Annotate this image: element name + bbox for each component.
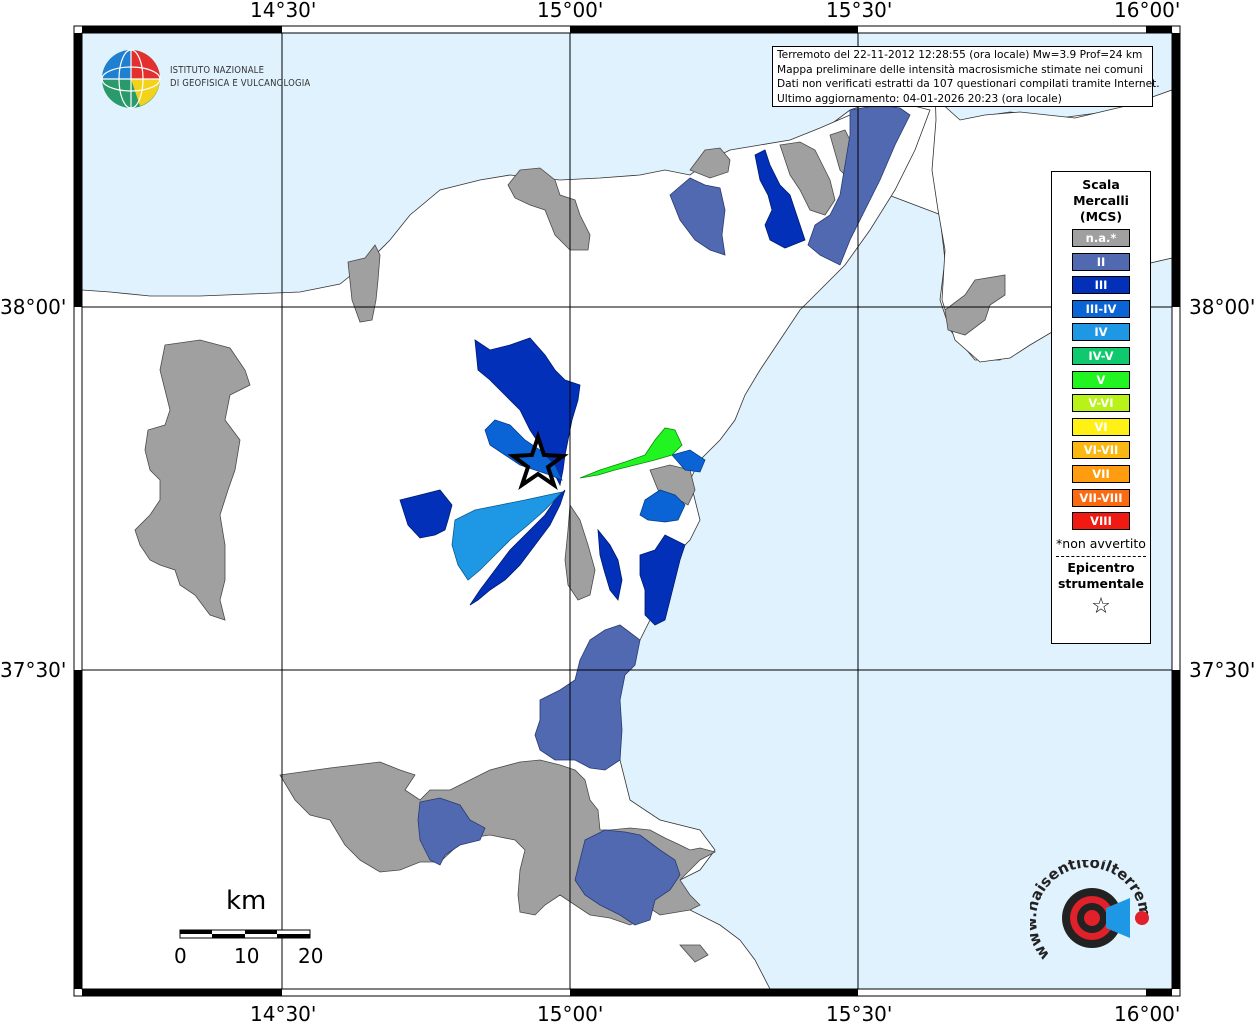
legend-title: Scala Mercalli (MCS) [1073,177,1129,224]
lon-label-top-1: 14°30' [250,0,317,22]
haisentito-logo-icon: www.haisentitoilterremoto.it [1030,860,1154,964]
lon-label-bottom-3: 15°30' [826,1002,893,1026]
legend-item-6: V [1072,370,1130,389]
legend-separator [1056,555,1146,557]
mcs-legend: Scala Mercalli (MCS) n.a.* II III III-IV IV I… [1051,171,1151,644]
legend-items: n.a.* II III III-IV IV IV-V V V-VI VI VI-VII VII VI… [1052,229,1150,531]
scale-label-20: 20 [298,944,324,968]
info-line-1: Terremoto del 22-11-2012 12:28:55 (ora l… [777,49,1143,61]
ingv-logo-text: ISTITUTO NAZIONALE DI GEOFISICA E VULCAN… [170,64,310,90]
legend-item-3: III-IV [1072,299,1130,318]
lat-label-right-1: 38°00' [1189,295,1254,319]
info-line-2: Mappa preliminare delle intensità macros… [777,63,1144,76]
info-line-3: Dati non verificati estratti da 107 ques… [777,78,1160,90]
legend-item-1: II [1072,252,1130,271]
lon-label-bottom-2: 15°00' [537,1002,604,1026]
lon-label-top-4: 16°00' [1114,0,1181,22]
info-line-4: Ultimo aggiornamento: 04-01-2026 20:23 (… [777,92,1062,105]
legend-item-12: VIII [1072,512,1130,531]
legend-item-9: VI-VII [1072,441,1130,460]
scale-label-0: 0 [174,944,187,968]
lon-label-top-2: 15°00' [537,0,604,22]
lat-label-right-2: 37°30' [1189,658,1254,682]
legend-item-10: VII [1072,464,1130,483]
legend-epicenter-label: Epicentro strumentale [1057,559,1145,591]
ingv-line2: DI GEOFISICA E VULCANOLOGIA [170,78,311,89]
legend-item-8: VI [1072,417,1130,436]
legend-item-5: IV-V [1072,346,1130,365]
lon-label-bottom-1: 14°30' [250,1002,317,1026]
legend-item-0: n.a.* [1072,229,1130,247]
legend-item-2: III [1072,276,1130,295]
scale-bar [179,929,311,939]
scale-unit: km [226,886,267,916]
event-info-box: Terremoto del 22-11-2012 12:28:55 (ora l… [772,46,1160,107]
legend-star-icon: ☆ [1091,593,1111,619]
scale-label-10: 10 [234,944,260,968]
legend-note: *non avvertito [1056,535,1146,551]
legend-item-11: VII-VIII [1072,488,1130,507]
lon-label-top-3: 15°30' [826,0,893,22]
lon-label-bottom-4: 16°00' [1114,1002,1181,1026]
lat-label-left-2: 37°30' [0,658,67,682]
legend-item-7: V-VI [1072,394,1130,413]
lat-label-left-1: 38°00' [0,295,67,319]
ingv-line1: ISTITUTO NAZIONALE [170,65,265,76]
ingv-logo-globe-icon [101,49,161,109]
legend-item-4: IV [1072,323,1130,342]
